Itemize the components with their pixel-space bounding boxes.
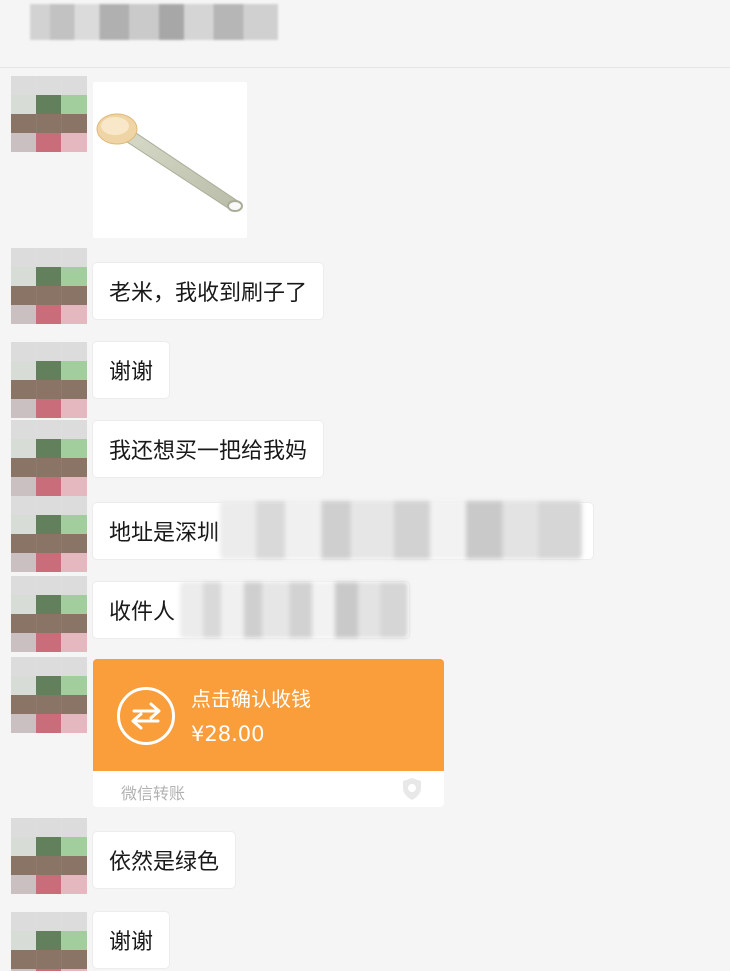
avatar[interactable] <box>11 657 87 733</box>
transfer-title: 点击确认收钱 <box>191 687 311 711</box>
message-text: 老米，我收到刷子了 <box>109 281 308 306</box>
avatar[interactable] <box>11 818 87 894</box>
message-text: 谢谢 <box>109 930 154 955</box>
avatar[interactable] <box>11 76 87 152</box>
avatar[interactable] <box>11 912 87 971</box>
transfer-card[interactable]: 点击确认收钱 ¥28.00 微信转账 <box>93 659 444 807</box>
transfer-footer-label: 微信转账 <box>121 784 186 803</box>
message-text: 谢谢 <box>109 360 154 385</box>
transfer-arrows-icon <box>117 687 175 745</box>
message-text: 我还想买一把给我妈 <box>109 439 308 464</box>
message-text: 收件人 <box>109 600 176 625</box>
message-bubble[interactable]: 谢谢 <box>93 912 170 968</box>
message-text: 依然是绿色 <box>109 850 220 875</box>
image-message[interactable] <box>93 82 247 238</box>
chat-header <box>0 0 730 68</box>
avatar[interactable] <box>11 576 87 652</box>
message-bubble[interactable]: 依然是绿色 <box>93 832 236 888</box>
message-text-start: 地址是深圳 <box>109 521 220 546</box>
avatar[interactable] <box>11 342 87 418</box>
brush-image <box>96 113 243 212</box>
redacted-recipient <box>180 582 408 638</box>
message-bubble[interactable]: 老米，我收到刷子了 <box>93 263 324 319</box>
avatar[interactable] <box>11 248 87 324</box>
blurred-chat-title <box>30 4 278 40</box>
message-bubble[interactable]: 谢谢 <box>93 342 170 398</box>
redacted-address <box>220 501 582 559</box>
message-bubble[interactable]: 我还想买一把给我妈 <box>93 421 324 477</box>
transfer-amount: ¥28.00 <box>191 722 265 746</box>
avatar[interactable] <box>11 420 87 496</box>
shield-icon <box>403 778 421 800</box>
avatar[interactable] <box>11 496 87 572</box>
